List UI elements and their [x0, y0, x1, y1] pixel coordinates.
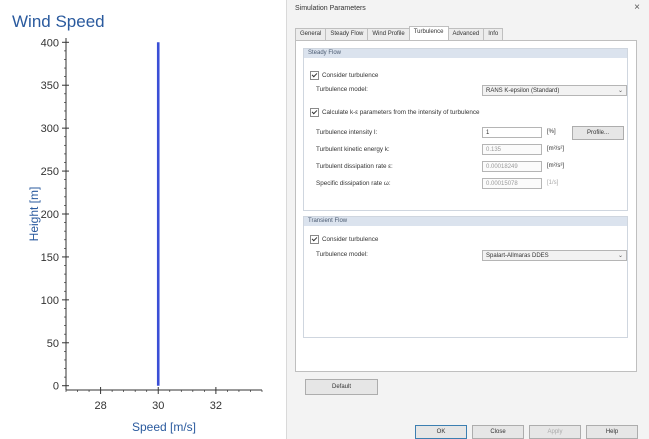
tke-unit: [m²/s²] [547, 146, 564, 152]
y-tick-label: 250 [41, 166, 59, 178]
wind-speed-chart-svg: Wind Speed Height [m] Speed [m/s] 0 50 100… [12, 12, 263, 434]
specific-dissipation-unit: [1/s] [547, 180, 559, 186]
intensity-unit: [%] [547, 129, 556, 135]
dissipation-unit: [m²/s³] [547, 163, 564, 169]
tke-label: Turbulent kinetic energy k: [316, 146, 390, 153]
y-axis-label: Height [m] [27, 187, 41, 242]
dissipation-field: 0.00018249 [482, 161, 542, 172]
simulation-parameters-dialog: Simulation Parameters × General Steady F… [286, 0, 649, 439]
x-tick-label: 32 [210, 400, 222, 412]
transient-consider-checkbox[interactable] [310, 234, 319, 244]
steady-flow-header: Steady Flow [304, 49, 627, 58]
steady-model-select[interactable]: RANS K-epsilon (Standard) ⌄ [482, 85, 627, 96]
transient-consider-label: Consider turbulence [322, 235, 379, 243]
steady-model-label: Turbulence model: [316, 86, 368, 93]
chart-title: Wind Speed [12, 12, 105, 31]
transient-model-value: Spalart-Allmaras DDES [486, 253, 549, 259]
transient-model-select[interactable]: Spalart-Allmaras DDES ⌄ [482, 250, 627, 261]
ok-button[interactable]: OK [415, 425, 467, 439]
intensity-input[interactable]: 1 [482, 127, 542, 138]
y-tick-label: 150 [41, 252, 59, 264]
chevron-down-icon: ⌄ [617, 88, 623, 94]
tab-strip: General Steady Flow Wind Profile Turbule… [295, 26, 504, 40]
tab-steady-flow[interactable]: Steady Flow [325, 28, 369, 40]
tab-advanced[interactable]: Advanced [447, 28, 485, 40]
axes-layer: 0 50 100 150 200 250 300 350 400 28 30 32 [41, 37, 263, 412]
dissipation-label: Turbulent dissipation rate ε: [316, 163, 393, 170]
dialog-title: Simulation Parameters [295, 5, 366, 12]
y-tick-label: 50 [47, 338, 59, 350]
chevron-down-icon: ⌄ [617, 253, 623, 259]
close-icon[interactable]: × [634, 2, 640, 13]
calc-ke-checkbox[interactable] [310, 107, 319, 117]
tke-field: 0.135 [482, 144, 542, 155]
steady-consider-label: Consider turbulence [322, 71, 379, 79]
wind-speed-chart: Wind Speed Height [m] Speed [m/s] 0 50 100… [0, 0, 280, 439]
y-tick-label: 400 [41, 37, 59, 49]
transient-flow-group: Transient Flow Consider turbulence Turbu… [303, 216, 628, 338]
turbulence-tab-panel: Steady Flow Consider turbulence Turbulen… [295, 40, 637, 372]
x-tick-label: 28 [94, 400, 106, 412]
help-button[interactable]: Help [586, 425, 638, 439]
y-tick-label: 0 [53, 381, 59, 393]
steady-consider-checkbox[interactable] [310, 70, 319, 80]
y-tick-label: 100 [41, 295, 59, 307]
tab-wind-profile[interactable]: Wind Profile [367, 28, 410, 40]
tab-general[interactable]: General [295, 28, 327, 40]
transient-flow-header: Transient Flow [304, 217, 627, 226]
y-tick-label: 200 [41, 209, 59, 221]
default-button[interactable]: Default [305, 379, 378, 395]
transient-model-label: Turbulence model: [316, 251, 368, 258]
steady-consider-row: Consider turbulence [310, 70, 378, 80]
transient-consider-row: Consider turbulence [310, 234, 378, 244]
tab-info[interactable]: Info [483, 28, 504, 40]
intensity-label: Turbulence intensity I: [316, 129, 378, 136]
y-tick-label: 300 [41, 123, 59, 135]
apply-button[interactable]: Apply [529, 425, 581, 439]
steady-flow-group: Steady Flow Consider turbulence Turbulen… [303, 48, 628, 211]
close-button[interactable]: Close [472, 425, 524, 439]
specific-dissipation-field: 0.00015078 [482, 178, 542, 189]
profile-button[interactable]: Profile... [572, 126, 624, 140]
calc-ke-label: Calculate k-ε parameters from the intens… [322, 108, 480, 116]
specific-dissipation-label: Specific dissipation rate ω: [316, 180, 391, 187]
x-axis-label: Speed [m/s] [132, 420, 196, 434]
steady-model-value: RANS K-epsilon (Standard) [486, 88, 560, 94]
x-tick-label: 30 [152, 400, 164, 412]
tab-turbulence[interactable]: Turbulence [408, 26, 449, 40]
calc-ke-row: Calculate k-ε parameters from the intens… [310, 107, 480, 117]
y-tick-label: 350 [41, 80, 59, 92]
